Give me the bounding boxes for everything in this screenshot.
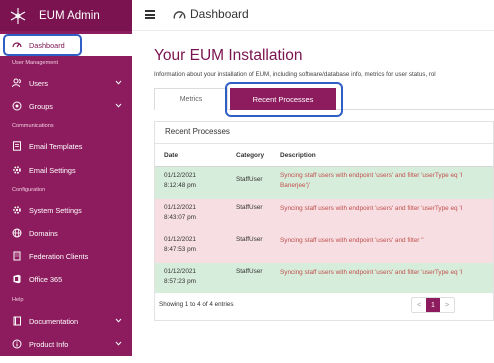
row-date: 01/12/2021 8:12:48 pm <box>164 172 196 189</box>
section-description: Information about your installation of E… <box>154 71 436 78</box>
sidebar-item-users[interactable]: Users <box>0 72 132 94</box>
table-row[interactable]: 01/12/2021 8:43:07 pm StaffUser Syncing … <box>155 199 493 231</box>
sidebar-item-label: Users <box>29 78 49 88</box>
sidebar-item-office-365[interactable]: Office 365 <box>0 268 132 290</box>
chevron-down-icon <box>115 103 122 108</box>
tab-metrics[interactable]: Metrics <box>154 88 228 110</box>
divider <box>155 143 493 144</box>
table-header: Date Category Description <box>155 146 493 166</box>
section-communications: Communications <box>12 123 54 129</box>
sidebar-item-label: Federation Clients <box>29 251 89 261</box>
sidebar-item-email-settings[interactable]: Email Settings <box>0 159 132 181</box>
users-icon <box>12 78 22 88</box>
sidebar-item-label: Email Settings <box>29 165 76 175</box>
column-header-date[interactable]: Date <box>164 152 178 159</box>
section-user-management: User Management <box>12 60 59 66</box>
table-row[interactable]: 01/12/2021 8:12:48 pm StaffUser Syncing … <box>155 167 493 199</box>
office-icon <box>12 274 22 284</box>
sidebar-item-federation-clients[interactable]: Federation Clients <box>0 245 132 267</box>
table-info: Showing 1 to 4 of 4 entries <box>159 301 234 308</box>
row-category: StaffUser <box>236 176 263 183</box>
recent-processes-card: Recent Processes Date Category Descripti… <box>154 121 494 321</box>
row-category: StaffUser <box>236 236 263 243</box>
sidebar-item-domains[interactable]: Domains <box>0 222 132 244</box>
gauge-icon <box>173 11 186 19</box>
app-title: EUM Admin <box>39 9 100 22</box>
pagination-next-button[interactable]: > <box>440 298 454 312</box>
chevron-down-icon <box>115 341 122 346</box>
tab-highlight-annotation <box>225 82 343 117</box>
pagination-page-button[interactable]: 1 <box>426 298 440 312</box>
building-icon <box>12 251 22 261</box>
sidebar-item-label: System Settings <box>29 205 82 215</box>
info-icon <box>12 339 22 349</box>
column-header-category[interactable]: Category <box>236 152 264 159</box>
card-title: Recent Processes <box>165 127 230 136</box>
row-category: StaffUser <box>236 204 263 211</box>
row-date: 01/12/2021 8:57:23 pm <box>164 268 196 285</box>
sidebar-item-label: Documentation <box>29 316 79 326</box>
page-title: Dashboard <box>190 7 249 21</box>
hamburger-icon[interactable] <box>145 10 155 19</box>
pagination-prev-button[interactable]: < <box>412 298 426 312</box>
table-row[interactable]: 01/12/2021 8:57:23 pm StaffUser Syncing … <box>155 263 493 293</box>
sidebar-item-label: Domains <box>29 228 58 238</box>
chevron-down-icon <box>115 318 122 323</box>
row-date: 01/12/2021 8:47:53 pm <box>164 236 196 253</box>
row-description: Syncing staff users with endpoint 'users… <box>280 237 424 244</box>
row-date: 01/12/2021 8:43:07 pm <box>164 204 196 221</box>
top-bar: Dashboard <box>132 0 494 31</box>
sidebar-item-email-templates[interactable]: Email Templates <box>0 135 132 157</box>
column-header-description[interactable]: Description <box>280 152 316 159</box>
snowflake-logo-icon <box>9 7 27 25</box>
brand-header[interactable]: EUM Admin <box>0 0 132 31</box>
sidebar-item-documentation[interactable]: Documentation <box>0 310 132 332</box>
document-icon <box>12 141 22 151</box>
row-description: Syncing staff users with endpoint 'users… <box>280 172 463 189</box>
groups-icon <box>12 101 22 111</box>
sidebar-item-label: Product Info <box>29 339 69 349</box>
globe-icon <box>12 228 22 238</box>
row-description: Syncing staff users with endpoint 'users… <box>280 205 463 212</box>
sidebar-item-label: Groups <box>29 101 53 111</box>
table-row[interactable]: 01/12/2021 8:47:53 pm StaffUser Syncing … <box>155 231 493 263</box>
dashboard-highlight-annotation <box>3 34 82 56</box>
sidebar-item-groups[interactable]: Groups <box>0 95 132 117</box>
section-title: Your EUM Installation <box>154 47 303 64</box>
section-configuration: Configuration <box>12 187 46 193</box>
row-category: StaffUser <box>236 268 263 275</box>
sidebar-item-label: Office 365 <box>29 274 63 284</box>
sidebar-item-product-info[interactable]: Product Info <box>0 333 132 355</box>
book-icon <box>12 316 22 326</box>
sidebar-item-label: Email Templates <box>29 141 83 151</box>
chevron-down-icon <box>115 80 122 85</box>
sidebar-item-system-settings[interactable]: System Settings <box>0 199 132 221</box>
gear-icon <box>12 205 22 215</box>
section-help: Help <box>12 297 24 303</box>
row-description: Syncing staff users with endpoint 'users… <box>280 269 463 276</box>
pagination: < 1 > <box>411 297 455 313</box>
gear-icon <box>12 165 22 175</box>
